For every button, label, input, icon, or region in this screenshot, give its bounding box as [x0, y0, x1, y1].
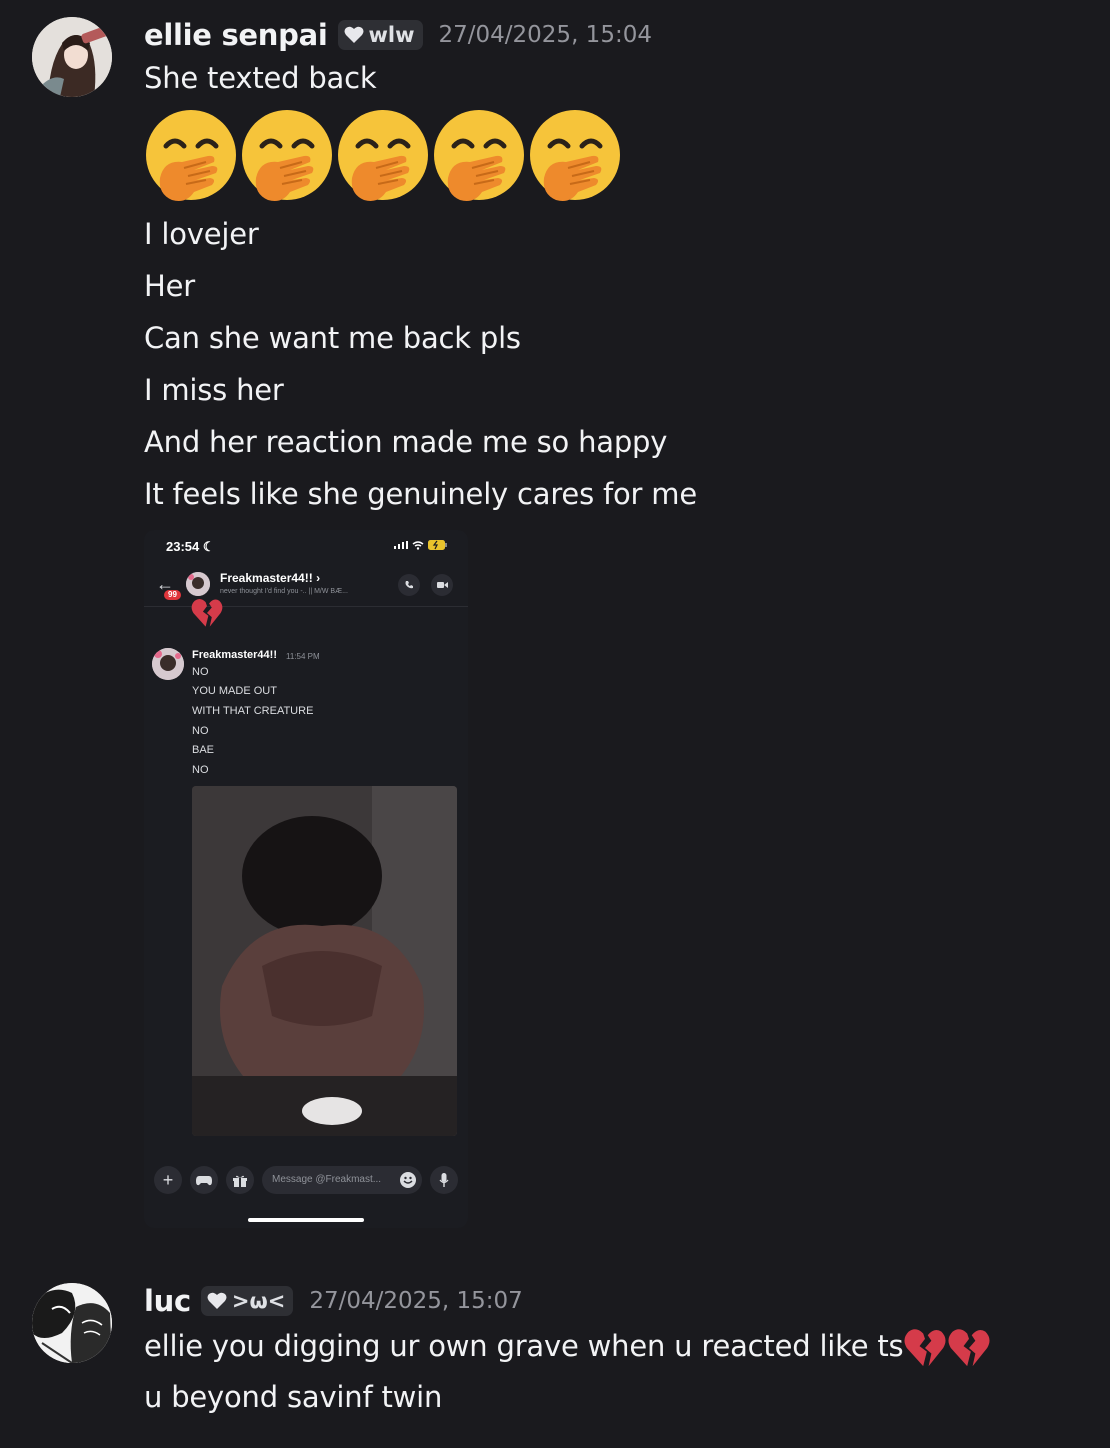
message-header: ellie senpai wlw 27/04/2025, 15:04 — [144, 18, 652, 52]
message-line: u beyond savinf twin — [144, 1380, 443, 1414]
phone-icon — [405, 581, 413, 589]
chevron-right-icon: › — [316, 571, 321, 585]
author-avatar[interactable] — [152, 648, 184, 680]
photo-attachment[interactable] — [192, 786, 457, 1136]
broken-heart-icon — [947, 1328, 991, 1368]
gamepad-icon — [196, 1175, 212, 1185]
face-with-hand-over-mouth-icon — [528, 108, 622, 206]
dm-line: WITH THAT CREATURE — [192, 705, 314, 717]
message-line: It feels like she genuinely cares for me — [144, 477, 697, 511]
message-line: Can she want me back pls — [144, 321, 521, 355]
broken-heart-icon — [190, 598, 224, 628]
battery-icon — [428, 540, 447, 550]
plus-icon: + — [162, 1169, 174, 1190]
face-with-hand-over-mouth-icon — [432, 108, 526, 206]
username[interactable]: luc — [144, 1284, 191, 1318]
message-input[interactable]: Message @Freakmast... — [262, 1166, 422, 1194]
avatar[interactable] — [32, 17, 112, 97]
broken-heart-icon — [903, 1328, 947, 1368]
photo-image — [192, 786, 457, 1136]
dm-line: NO — [192, 725, 209, 737]
status-icons — [394, 540, 448, 550]
avatar-image — [32, 17, 112, 97]
call-button[interactable] — [398, 574, 420, 596]
voice-button[interactable] — [430, 1166, 458, 1194]
timestamp[interactable]: 27/04/2025, 15:04 — [439, 22, 652, 48]
tag-label: >ω< — [231, 1289, 286, 1313]
dm-name[interactable]: Freakmaster44!! › — [220, 571, 320, 585]
input-placeholder: Message @Freakmast... — [272, 1174, 382, 1185]
dm-avatar[interactable] — [186, 572, 210, 596]
video-call-button[interactable] — [431, 574, 453, 596]
video-icon — [436, 582, 448, 588]
gift-icon — [233, 1175, 247, 1187]
face-with-hand-over-mouth-icon — [144, 108, 238, 206]
username[interactable]: ellie senpai — [144, 18, 328, 52]
message-bar: + Message @Freakmast... — [144, 1160, 468, 1200]
plus-button[interactable]: + — [154, 1166, 182, 1194]
dm-line: NO — [192, 666, 209, 678]
heart-icon — [207, 1292, 227, 1310]
server-tag[interactable]: wlw — [337, 20, 423, 50]
message-line: She texted back — [144, 61, 377, 95]
unread-badge: 99 — [164, 590, 181, 600]
microphone-icon — [439, 1173, 449, 1187]
heart-icon — [344, 26, 364, 44]
dm-subtitle: never thought I'd find you -.. || M/W BÆ… — [220, 588, 348, 595]
dm-line: BAE — [192, 744, 215, 756]
message-line: Her — [144, 269, 195, 303]
emoji-row — [144, 108, 622, 206]
tag-label: wlw — [368, 23, 415, 47]
emoji-icon[interactable] — [400, 1172, 416, 1188]
activities-button[interactable] — [190, 1166, 218, 1194]
dm-line: NO — [192, 764, 209, 776]
wifi-icon — [412, 540, 424, 550]
message-time: 11:54 PM — [286, 652, 320, 661]
moon-icon: ☾ — [202, 539, 215, 554]
message-line: I lovejer — [144, 217, 259, 251]
message-line: ellie you digging ur own grave when u re… — [144, 1328, 991, 1368]
message-header: luc >ω< 27/04/2025, 15:07 — [144, 1284, 523, 1318]
avatar-image — [32, 1283, 112, 1363]
status-time: 23:54 ☾ — [166, 539, 215, 554]
face-with-hand-over-mouth-icon — [240, 108, 334, 206]
home-indicator — [248, 1218, 364, 1222]
author-name[interactable]: Freakmaster44!! — [192, 649, 277, 661]
timestamp[interactable]: 27/04/2025, 15:07 — [309, 1288, 522, 1314]
server-tag[interactable]: >ω< — [200, 1286, 294, 1316]
gift-button[interactable] — [226, 1166, 254, 1194]
message-text: ellie you digging ur own grave when u re… — [144, 1329, 904, 1363]
dm-line: YOU MADE OUT — [192, 685, 277, 697]
image-attachment[interactable]: 23:54 ☾ ← 99 Freakmaster44!! › never tho… — [144, 530, 468, 1228]
message-line: I miss her — [144, 373, 284, 407]
face-with-hand-over-mouth-icon — [336, 108, 430, 206]
signal-icon — [394, 541, 408, 549]
avatar[interactable] — [32, 1283, 112, 1363]
message-line: And her reaction made me so happy — [144, 425, 668, 459]
